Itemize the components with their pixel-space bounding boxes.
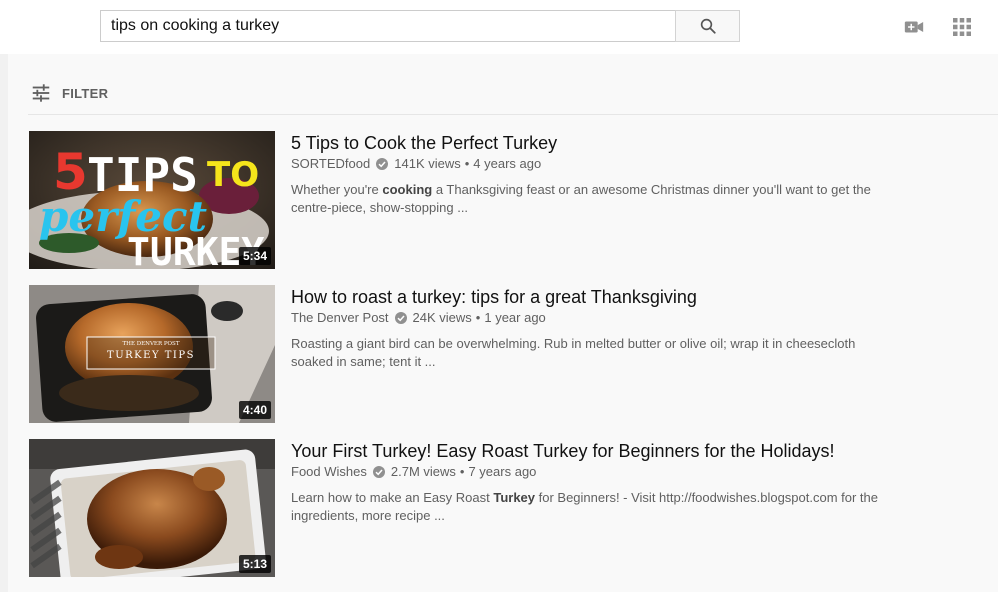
verified-check-icon xyxy=(394,311,407,324)
verified-check-icon xyxy=(372,465,385,478)
left-guide-strip xyxy=(0,54,8,592)
filter-sliders-icon xyxy=(32,84,50,102)
search-button[interactable] xyxy=(675,10,740,42)
channel-name[interactable]: Food Wishes xyxy=(291,464,367,479)
thumb-text-to: TO xyxy=(207,155,259,195)
thumb-text-denver-post: THE DENVER POST xyxy=(123,341,180,347)
video-meta: Food Wishes 2.7M views • 7 years ago xyxy=(291,464,537,479)
apps-grid-icon xyxy=(953,18,971,36)
filter-button[interactable]: FILTER xyxy=(30,81,108,105)
video-duration: 5:34 xyxy=(238,247,271,265)
video-meta: The Denver Post 24K views • 1 year ago xyxy=(291,310,546,325)
channel-name[interactable]: SORTEDfood xyxy=(291,156,370,171)
filter-bar: FILTER xyxy=(28,54,998,115)
video-duration: 5:13 xyxy=(238,555,271,573)
apps-button[interactable] xyxy=(950,15,974,39)
video-result: 5:13 Your First Turkey! Easy Roast Turke… xyxy=(28,438,978,578)
search-box[interactable] xyxy=(100,10,676,42)
video-description: Whether you're cooking a Thanksgiving fe… xyxy=(291,182,871,215)
video-thumbnail[interactable]: 5:13 xyxy=(29,439,275,577)
video-title[interactable]: How to roast a turkey: tips for a great … xyxy=(291,287,697,308)
video-thumbnail[interactable]: THE DENVER POST TURKEY TIPS 4:40 xyxy=(29,285,275,423)
create-video-button[interactable] xyxy=(902,15,926,39)
video-title[interactable]: Your First Turkey! Easy Roast Turkey for… xyxy=(291,441,835,462)
upload-age: 4 years ago xyxy=(473,156,542,171)
thumb-text-turkey-tips: TURKEY TIPS xyxy=(107,350,195,361)
view-count: 2.7M views xyxy=(390,464,456,479)
video-result: THE DENVER POST TURKEY TIPS 4:40 How to … xyxy=(28,284,978,424)
video-title[interactable]: 5 Tips to Cook the Perfect Turkey xyxy=(291,133,557,154)
video-description: Learn how to make an Easy Roast Turkey f… xyxy=(291,490,879,523)
filter-label: FILTER xyxy=(62,85,109,101)
verified-check-icon xyxy=(376,157,389,170)
view-count: 141K views xyxy=(394,156,461,171)
video-description: Roasting a giant bird can be overwhelmin… xyxy=(291,336,856,369)
video-thumbnail[interactable]: 5 TIPS TO perfect TURKEY 5:34 xyxy=(29,131,275,269)
video-duration: 4:40 xyxy=(238,401,271,419)
masthead xyxy=(0,0,998,54)
upload-age: 7 years ago xyxy=(468,464,537,479)
channel-name[interactable]: The Denver Post xyxy=(291,310,389,325)
view-count: 24K views xyxy=(412,310,472,325)
video-camera-plus-icon xyxy=(904,21,924,33)
search-input[interactable] xyxy=(101,11,675,41)
video-meta: SORTEDfood 141K views • 4 years ago xyxy=(291,156,542,171)
search-icon xyxy=(700,18,716,34)
upload-age: 1 year ago xyxy=(484,310,546,325)
video-result: 5 TIPS TO perfect TURKEY 5:34 5 Tips to … xyxy=(28,130,978,270)
